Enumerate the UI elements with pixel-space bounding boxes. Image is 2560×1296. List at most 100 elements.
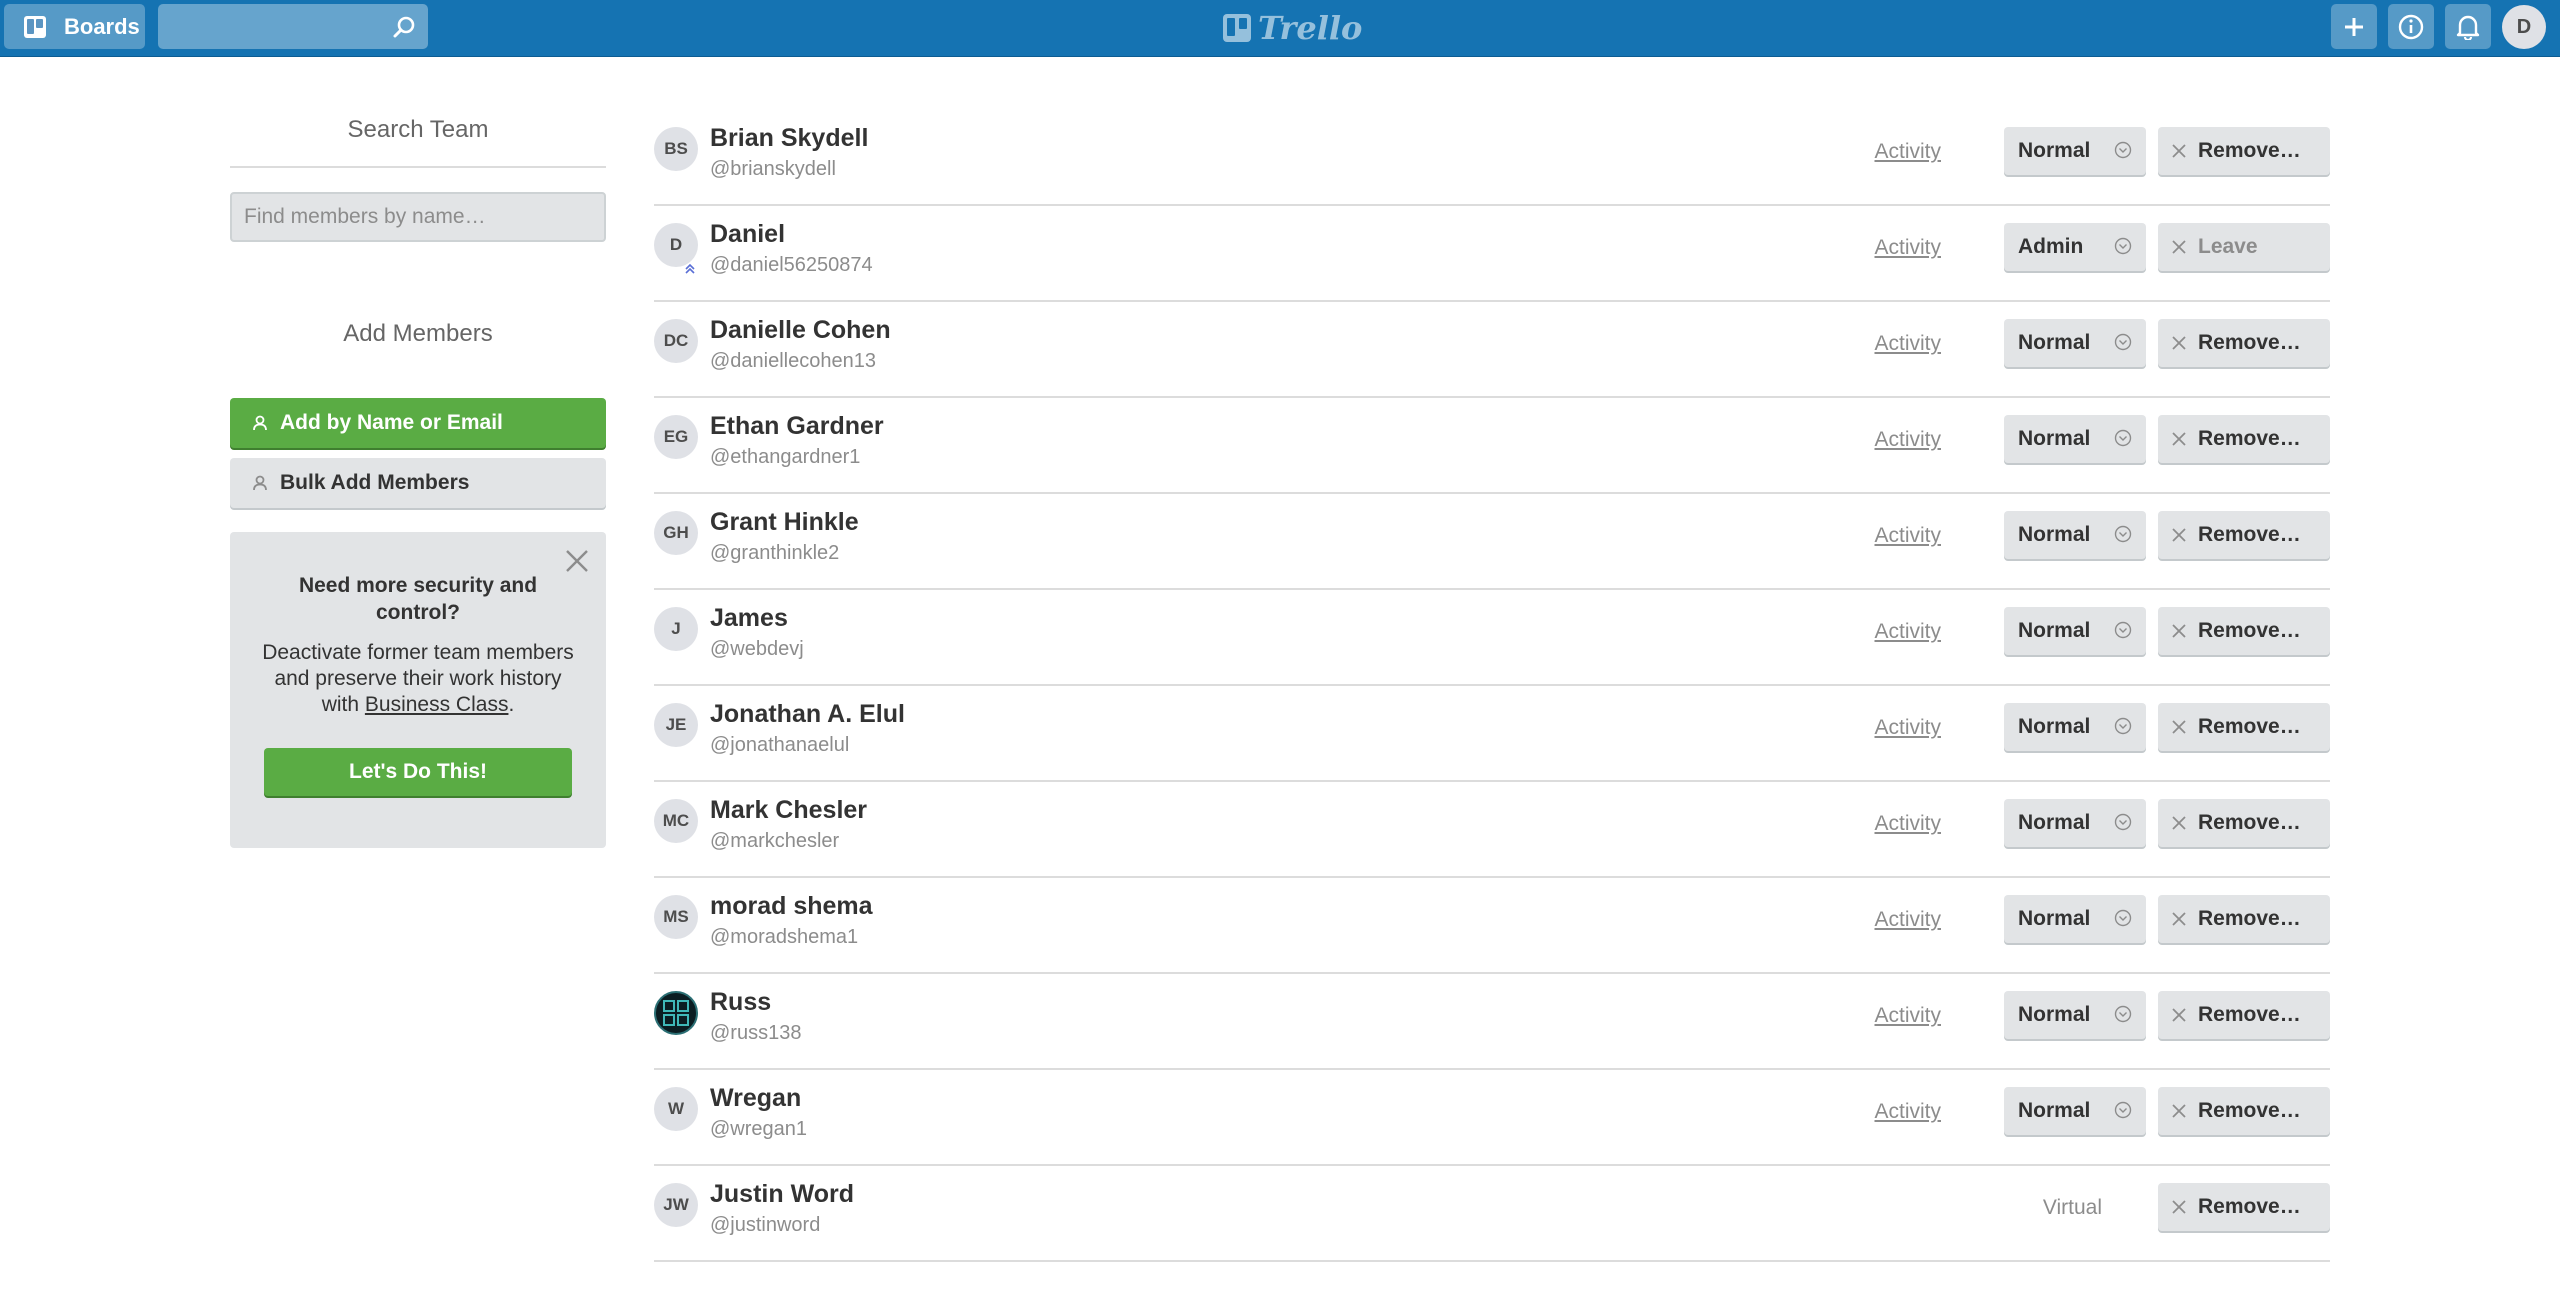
remove-button[interactable]: Remove… — [2158, 319, 2330, 367]
activity-link[interactable]: Activity — [1874, 716, 1941, 740]
role-dropdown[interactable]: Admin — [2004, 223, 2146, 271]
member-name[interactable]: Danielle Cohen — [710, 316, 891, 345]
chevron-down-icon — [2114, 141, 2132, 159]
avatar[interactable]: BS — [654, 127, 698, 171]
role-label: Normal — [2018, 1099, 2091, 1122]
activity-link[interactable]: Activity — [1874, 140, 1941, 164]
bulk-add-button[interactable]: Bulk Add Members — [230, 458, 606, 508]
role-dropdown[interactable]: Normal — [2004, 799, 2146, 847]
activity-link[interactable]: Activity — [1874, 908, 1941, 932]
search-icon[interactable] — [392, 14, 418, 40]
member-name[interactable]: Daniel — [710, 220, 785, 249]
member-row: Russ @russ138 Activity Normal Remove… — [654, 974, 2330, 1070]
remove-button[interactable]: Remove… — [2158, 511, 2330, 559]
action-label: Remove… — [2198, 811, 2301, 834]
member-name[interactable]: Ethan Gardner — [710, 412, 884, 441]
remove-button[interactable]: Remove… — [2158, 703, 2330, 751]
avatar[interactable]: EG — [654, 415, 698, 459]
member-row: JE Jonathan A. Elul @jonathanaelul Activity… — [654, 686, 2330, 782]
activity-link[interactable]: Activity — [1874, 1004, 1941, 1028]
activity-link[interactable]: Activity — [1874, 524, 1941, 548]
header-search[interactable] — [158, 4, 428, 49]
role-label: Normal — [2018, 139, 2091, 162]
activity-link[interactable]: Activity — [1874, 236, 1941, 260]
remove-button[interactable]: Remove… — [2158, 991, 2330, 1039]
avatar[interactable]: DC — [654, 319, 698, 363]
chevron-down-icon — [2114, 1101, 2132, 1119]
add-button[interactable] — [2331, 4, 2377, 49]
header-search-input[interactable] — [158, 4, 378, 49]
member-name[interactable]: James — [710, 604, 788, 633]
role-dropdown[interactable]: Normal — [2004, 607, 2146, 655]
bell-icon — [2456, 15, 2480, 40]
remove-button[interactable]: Remove… — [2158, 415, 2330, 463]
member-name[interactable]: morad shema — [710, 892, 873, 921]
member-username: @markchesler — [710, 830, 840, 852]
leave-button[interactable]: Leave — [2158, 223, 2330, 271]
role-label: Normal — [2018, 523, 2091, 546]
chevron-down-icon — [2114, 621, 2132, 639]
remove-button[interactable]: Remove… — [2158, 127, 2330, 175]
member-name[interactable]: Justin Word — [710, 1180, 854, 1209]
add-by-name-button[interactable]: Add by Name or Email — [230, 398, 606, 448]
action-label: Remove… — [2198, 1195, 2301, 1218]
action-label: Remove… — [2198, 907, 2301, 930]
avatar[interactable] — [654, 991, 698, 1035]
role-dropdown[interactable]: Normal — [2004, 319, 2146, 367]
remove-button[interactable]: Remove… — [2158, 607, 2330, 655]
role-dropdown[interactable]: Normal — [2004, 1087, 2146, 1135]
business-class-link[interactable]: Business Class — [365, 693, 509, 716]
avatar-initials: JE — [665, 715, 687, 734]
remove-button[interactable]: Remove… — [2158, 1087, 2330, 1135]
info-button[interactable] — [2388, 4, 2434, 49]
lets-do-this-button[interactable]: Let's Do This! — [264, 748, 572, 796]
activity-link[interactable]: Activity — [1874, 620, 1941, 644]
close-icon[interactable] — [564, 548, 590, 574]
avatar[interactable]: JE — [654, 703, 698, 747]
boards-label: Boards — [64, 13, 140, 39]
remove-button[interactable]: Remove… — [2158, 1183, 2330, 1231]
close-icon — [2172, 1200, 2186, 1214]
role-dropdown[interactable]: Normal — [2004, 511, 2146, 559]
member-name[interactable]: Russ — [710, 988, 771, 1017]
role-dropdown[interactable]: Normal — [2004, 415, 2146, 463]
user-avatar[interactable]: D — [2502, 5, 2546, 49]
avatar[interactable]: MS — [654, 895, 698, 939]
avatar[interactable]: JW — [654, 1183, 698, 1227]
activity-link[interactable]: Activity — [1874, 332, 1941, 356]
member-name[interactable]: Grant Hinkle — [710, 508, 859, 537]
trello-logo[interactable]: Trello — [1222, 8, 1362, 48]
member-name[interactable]: Brian Skydell — [710, 124, 868, 153]
activity-link[interactable]: Activity — [1874, 428, 1941, 452]
member-row: MS morad shema @moradshema1 Activity Normal R… — [654, 878, 2330, 974]
role-dropdown[interactable]: Normal — [2004, 703, 2146, 751]
member-name[interactable]: Mark Chesler — [710, 796, 867, 825]
add-by-name-label: Add by Name or Email — [280, 411, 503, 434]
notifications-button[interactable] — [2445, 4, 2491, 49]
avatar[interactable]: D — [654, 223, 698, 274]
member-username: @moradshema1 — [710, 926, 859, 948]
role-dropdown[interactable]: Normal — [2004, 991, 2146, 1039]
close-icon — [2172, 240, 2186, 254]
boards-button[interactable]: Boards — [4, 4, 145, 49]
avatar[interactable]: J — [654, 607, 698, 651]
action-label: Remove… — [2198, 523, 2301, 546]
avatar[interactable]: GH — [654, 511, 698, 555]
find-members-input[interactable] — [230, 192, 606, 242]
member-row: W Wregan @wregan1 Activity Normal Remove… — [654, 1070, 2330, 1166]
member-name[interactable]: Jonathan A. Elul — [710, 700, 905, 729]
remove-button[interactable]: Remove… — [2158, 895, 2330, 943]
avatar[interactable]: W — [654, 1087, 698, 1131]
person-icon — [253, 415, 267, 431]
role-dropdown[interactable]: Normal — [2004, 127, 2146, 175]
member-name[interactable]: Wregan — [710, 1084, 801, 1113]
remove-button[interactable]: Remove… — [2158, 799, 2330, 847]
role-dropdown[interactable]: Normal — [2004, 895, 2146, 943]
info-icon — [2398, 14, 2424, 39]
user-avatar-initial: D — [2516, 15, 2532, 38]
avatar[interactable]: MC — [654, 799, 698, 843]
activity-link[interactable]: Activity — [1874, 812, 1941, 836]
close-icon — [2172, 144, 2186, 158]
team-sidebar: Search Team Add Members Add by Name or E… — [230, 100, 606, 848]
activity-link[interactable]: Activity — [1874, 1100, 1941, 1124]
